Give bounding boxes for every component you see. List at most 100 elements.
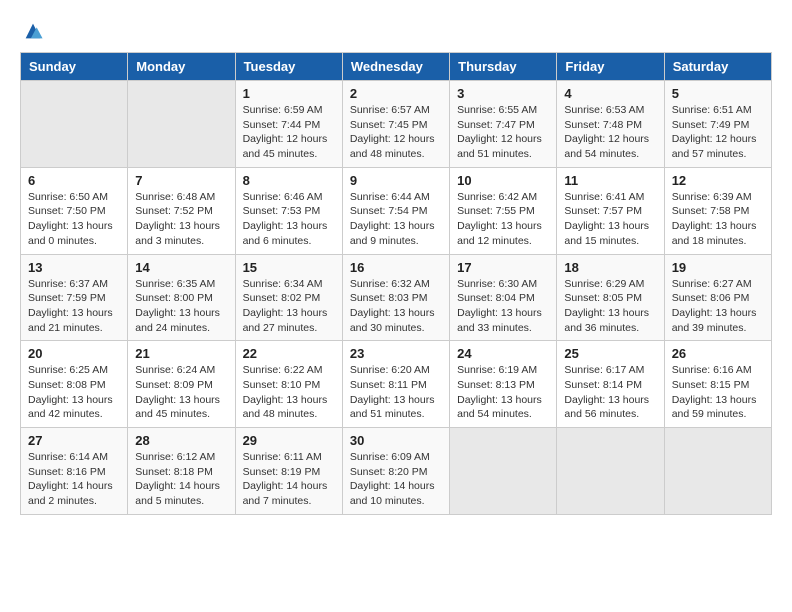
day-number: 4 <box>564 86 656 101</box>
day-info: Sunrise: 6:22 AM Sunset: 8:10 PM Dayligh… <box>243 363 335 422</box>
day-number: 16 <box>350 260 442 275</box>
day-info: Sunrise: 6:25 AM Sunset: 8:08 PM Dayligh… <box>28 363 120 422</box>
day-number: 19 <box>672 260 764 275</box>
day-header-monday: Monday <box>128 53 235 81</box>
day-number: 15 <box>243 260 335 275</box>
day-number: 23 <box>350 346 442 361</box>
day-info: Sunrise: 6:57 AM Sunset: 7:45 PM Dayligh… <box>350 103 442 162</box>
calendar-cell: 19 Sunrise: 6:27 AM Sunset: 8:06 PM Dayli… <box>664 254 771 341</box>
day-info: Sunrise: 6:24 AM Sunset: 8:09 PM Dayligh… <box>135 363 227 422</box>
day-info: Sunrise: 6:46 AM Sunset: 7:53 PM Dayligh… <box>243 190 335 249</box>
day-number: 13 <box>28 260 120 275</box>
day-header-sunday: Sunday <box>21 53 128 81</box>
calendar-cell: 14Sunrise: 6:35 AM Sunset: 8:00 PM Dayli… <box>128 254 235 341</box>
calendar-cell: 26Sunrise: 6:16 AM Sunset: 8:15 PM Dayli… <box>664 341 771 428</box>
calendar-cell <box>128 81 235 168</box>
day-number: 21 <box>135 346 227 361</box>
calendar-cell: 29 Sunrise: 6:11 AM Sunset: 8:19 PM Dayli… <box>235 428 342 515</box>
calendar-cell: 22 Sunrise: 6:22 AM Sunset: 8:10 PM Dayli… <box>235 341 342 428</box>
day-info: Sunrise: 6:11 AM Sunset: 8:19 PM Dayligh… <box>243 450 335 509</box>
day-info: Sunrise: 6:16 AM Sunset: 8:15 PM Dayligh… <box>672 363 764 422</box>
calendar-cell: 13 Sunrise: 6:37 AM Sunset: 7:59 PM Dayli… <box>21 254 128 341</box>
day-number: 25 <box>564 346 656 361</box>
day-number: 22 <box>243 346 335 361</box>
day-number: 6 <box>28 173 120 188</box>
day-number: 8 <box>243 173 335 188</box>
day-info: Sunrise: 6:35 AM Sunset: 8:00 PM Dayligh… <box>135 277 227 336</box>
calendar-table: SundayMondayTuesdayWednesdayThursdayFrid… <box>20 52 772 515</box>
calendar-cell: 3 Sunrise: 6:55 AM Sunset: 7:47 PM Daylig… <box>450 81 557 168</box>
day-number: 7 <box>135 173 227 188</box>
day-info: Sunrise: 6:41 AM Sunset: 7:57 PM Dayligh… <box>564 190 656 249</box>
calendar-cell: 28 Sunrise: 6:12 AM Sunset: 8:18 PM Dayli… <box>128 428 235 515</box>
day-header-friday: Friday <box>557 53 664 81</box>
calendar-cell: 4 Sunrise: 6:53 AM Sunset: 7:48 PM Daylig… <box>557 81 664 168</box>
calendar-cell: 17 Sunrise: 6:30 AM Sunset: 8:04 PM Dayli… <box>450 254 557 341</box>
day-info: Sunrise: 6:39 AM Sunset: 7:58 PM Dayligh… <box>672 190 764 249</box>
logo <box>20 20 44 42</box>
calendar-cell: 21 Sunrise: 6:24 AM Sunset: 8:09 PM Dayli… <box>128 341 235 428</box>
day-number: 27 <box>28 433 120 448</box>
calendar-cell: 9 Sunrise: 6:44 AM Sunset: 7:54 PM Daylig… <box>342 167 449 254</box>
calendar-cell: 10Sunrise: 6:42 AM Sunset: 7:55 PM Dayli… <box>450 167 557 254</box>
day-header-wednesday: Wednesday <box>342 53 449 81</box>
day-info: Sunrise: 6:48 AM Sunset: 7:52 PM Dayligh… <box>135 190 227 249</box>
day-info: Sunrise: 6:20 AM Sunset: 8:11 PM Dayligh… <box>350 363 442 422</box>
calendar-cell: 20 Sunrise: 6:25 AM Sunset: 8:08 PM Dayli… <box>21 341 128 428</box>
calendar-cell <box>21 81 128 168</box>
calendar-cell <box>557 428 664 515</box>
day-header-tuesday: Tuesday <box>235 53 342 81</box>
day-info: Sunrise: 6:44 AM Sunset: 7:54 PM Dayligh… <box>350 190 442 249</box>
day-info: Sunrise: 6:12 AM Sunset: 8:18 PM Dayligh… <box>135 450 227 509</box>
logo-icon <box>22 20 44 42</box>
day-info: Sunrise: 6:55 AM Sunset: 7:47 PM Dayligh… <box>457 103 549 162</box>
day-number: 20 <box>28 346 120 361</box>
day-info: Sunrise: 6:17 AM Sunset: 8:14 PM Dayligh… <box>564 363 656 422</box>
day-number: 24 <box>457 346 549 361</box>
calendar-cell <box>450 428 557 515</box>
day-number: 29 <box>243 433 335 448</box>
calendar-cell <box>664 428 771 515</box>
day-info: Sunrise: 6:32 AM Sunset: 8:03 PM Dayligh… <box>350 277 442 336</box>
day-number: 12 <box>672 173 764 188</box>
calendar-cell: 23 Sunrise: 6:20 AM Sunset: 8:11 PM Dayli… <box>342 341 449 428</box>
day-number: 9 <box>350 173 442 188</box>
day-info: Sunrise: 6:37 AM Sunset: 7:59 PM Dayligh… <box>28 277 120 336</box>
day-info: Sunrise: 6:09 AM Sunset: 8:20 PM Dayligh… <box>350 450 442 509</box>
calendar-cell: 24 Sunrise: 6:19 AM Sunset: 8:13 PM Dayli… <box>450 341 557 428</box>
day-info: Sunrise: 6:29 AM Sunset: 8:05 PM Dayligh… <box>564 277 656 336</box>
day-number: 3 <box>457 86 549 101</box>
day-info: Sunrise: 6:59 AM Sunset: 7:44 PM Dayligh… <box>243 103 335 162</box>
calendar-cell: 30 Sunrise: 6:09 AM Sunset: 8:20 PM Dayli… <box>342 428 449 515</box>
calendar-cell: 2Sunrise: 6:57 AM Sunset: 7:45 PM Daylig… <box>342 81 449 168</box>
day-info: Sunrise: 6:42 AM Sunset: 7:55 PM Dayligh… <box>457 190 549 249</box>
day-info: Sunrise: 6:51 AM Sunset: 7:49 PM Dayligh… <box>672 103 764 162</box>
day-header-saturday: Saturday <box>664 53 771 81</box>
calendar-cell: 6Sunrise: 6:50 AM Sunset: 7:50 PM Daylig… <box>21 167 128 254</box>
day-info: Sunrise: 6:14 AM Sunset: 8:16 PM Dayligh… <box>28 450 120 509</box>
page-header <box>20 20 772 42</box>
day-info: Sunrise: 6:34 AM Sunset: 8:02 PM Dayligh… <box>243 277 335 336</box>
calendar-cell: 18 Sunrise: 6:29 AM Sunset: 8:05 PM Dayli… <box>557 254 664 341</box>
day-info: Sunrise: 6:27 AM Sunset: 8:06 PM Dayligh… <box>672 277 764 336</box>
calendar-cell: 5 Sunrise: 6:51 AM Sunset: 7:49 PM Daylig… <box>664 81 771 168</box>
day-header-thursday: Thursday <box>450 53 557 81</box>
calendar-cell: 11 Sunrise: 6:41 AM Sunset: 7:57 PM Dayli… <box>557 167 664 254</box>
day-number: 1 <box>243 86 335 101</box>
day-number: 18 <box>564 260 656 275</box>
day-number: 30 <box>350 433 442 448</box>
day-number: 17 <box>457 260 549 275</box>
calendar-cell: 16 Sunrise: 6:32 AM Sunset: 8:03 PM Dayli… <box>342 254 449 341</box>
calendar-cell: 8 Sunrise: 6:46 AM Sunset: 7:53 PM Daylig… <box>235 167 342 254</box>
calendar-cell: 1 Sunrise: 6:59 AM Sunset: 7:44 PM Daylig… <box>235 81 342 168</box>
day-info: Sunrise: 6:53 AM Sunset: 7:48 PM Dayligh… <box>564 103 656 162</box>
day-number: 28 <box>135 433 227 448</box>
calendar-cell: 27 Sunrise: 6:14 AM Sunset: 8:16 PM Dayli… <box>21 428 128 515</box>
calendar-cell: 12 Sunrise: 6:39 AM Sunset: 7:58 PM Dayli… <box>664 167 771 254</box>
day-info: Sunrise: 6:30 AM Sunset: 8:04 PM Dayligh… <box>457 277 549 336</box>
day-number: 11 <box>564 173 656 188</box>
calendar-cell: 15 Sunrise: 6:34 AM Sunset: 8:02 PM Dayli… <box>235 254 342 341</box>
day-info: Sunrise: 6:19 AM Sunset: 8:13 PM Dayligh… <box>457 363 549 422</box>
calendar-cell: 7 Sunrise: 6:48 AM Sunset: 7:52 PM Daylig… <box>128 167 235 254</box>
day-number: 5 <box>672 86 764 101</box>
